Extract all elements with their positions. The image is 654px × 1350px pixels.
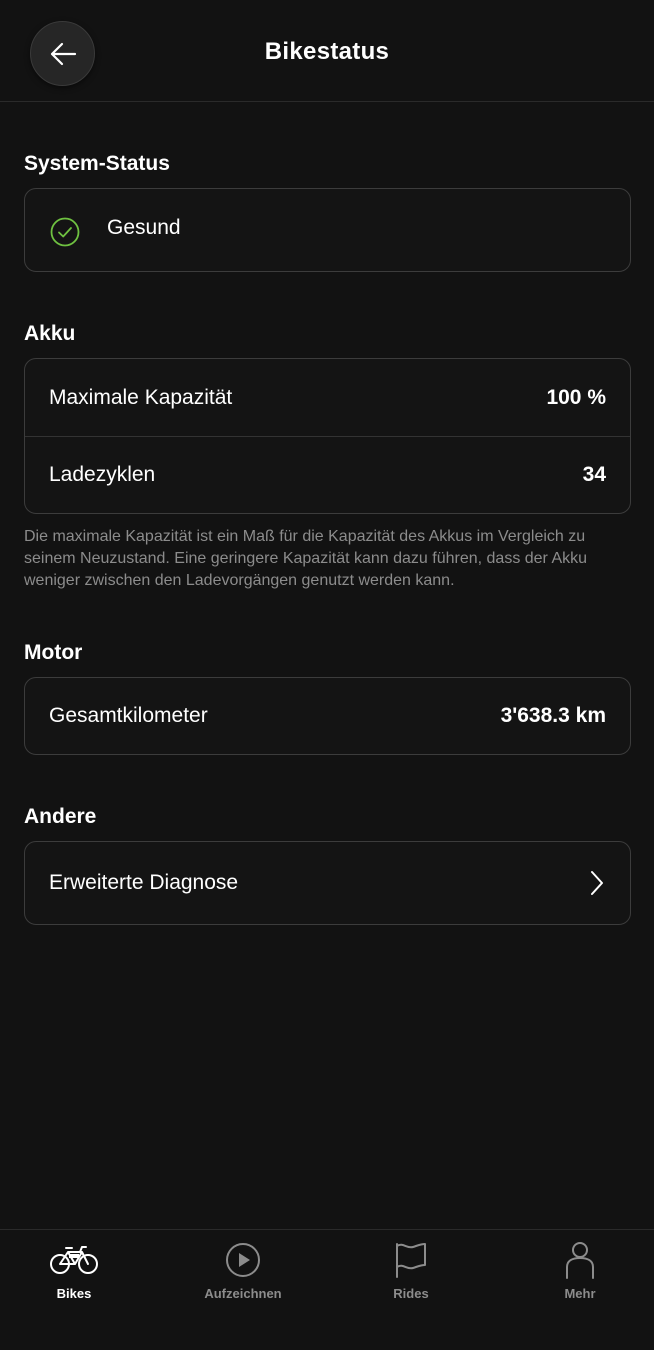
section-title-system-status: System-Status: [24, 152, 170, 175]
section-title-andere: Andere: [24, 805, 97, 828]
flag-icon: [396, 1243, 426, 1278]
app: Bikestatus System-Status Gesund Akku Max…: [0, 0, 654, 1350]
system-status-label: Gesund: [107, 215, 181, 239]
system-status-card: Gesund: [24, 188, 631, 272]
check-circle-icon: [50, 217, 80, 246]
andere-card: Erweiterte Diagnose: [24, 841, 631, 925]
akku-row-capacity: Maximale Kapazität 100 %: [25, 359, 630, 436]
nav-label-rides: Rides: [393, 1286, 429, 1301]
section-title-motor: Motor: [24, 641, 83, 664]
play-circle-icon: [226, 1243, 260, 1277]
advanced-diagnosis-label: Erweiterte Diagnose: [49, 870, 239, 894]
motor-km-label: Gesamtkilometer: [49, 704, 208, 727]
nav-label-mehr: Mehr: [564, 1286, 596, 1301]
akku-card: Maximale Kapazität 100 % Ladezyklen 34: [24, 358, 631, 514]
nav-label-aufzeichnen: Aufzeichnen: [204, 1286, 282, 1301]
system-status-row: Gesund: [25, 189, 630, 270]
bike-icon: [50, 1246, 98, 1274]
motor-row-km: Gesamtkilometer 3'638.3 km: [25, 678, 630, 754]
nav-item-bikes[interactable]: Bikes: [0, 1230, 154, 1330]
akku-row-cycles: Ladezyklen 34: [25, 436, 630, 513]
akku-note: Die maximale Kapazität ist ein Maß für d…: [24, 528, 588, 589]
page-title: Bikestatus: [264, 38, 390, 65]
nav-label-bikes: Bikes: [56, 1286, 92, 1301]
motor-card: Gesamtkilometer 3'638.3 km: [24, 677, 631, 755]
nav-item-aufzeichnen[interactable]: Aufzeichnen: [163, 1230, 323, 1330]
nav-item-rides[interactable]: Rides: [331, 1230, 491, 1330]
nav-item-mehr[interactable]: Mehr: [500, 1230, 654, 1330]
akku-cycles-label: Ladezyklen: [49, 463, 156, 486]
section-title-akku: Akku: [24, 322, 76, 345]
akku-capacity-label: Maximale Kapazität: [49, 385, 233, 409]
akku-cycles-value: 34: [582, 463, 606, 486]
chevron-right-icon: [591, 870, 603, 895]
advanced-diagnosis-row[interactable]: Erweiterte Diagnose: [25, 842, 630, 923]
motor-km-value: 3'638.3 km: [500, 704, 606, 727]
bottom-nav: Bikes Aufzeichnen Rides Mehr: [0, 1229, 654, 1350]
header: Bikestatus: [0, 0, 654, 102]
akku-capacity-value: 100 %: [546, 385, 606, 409]
person-icon: [566, 1242, 594, 1279]
